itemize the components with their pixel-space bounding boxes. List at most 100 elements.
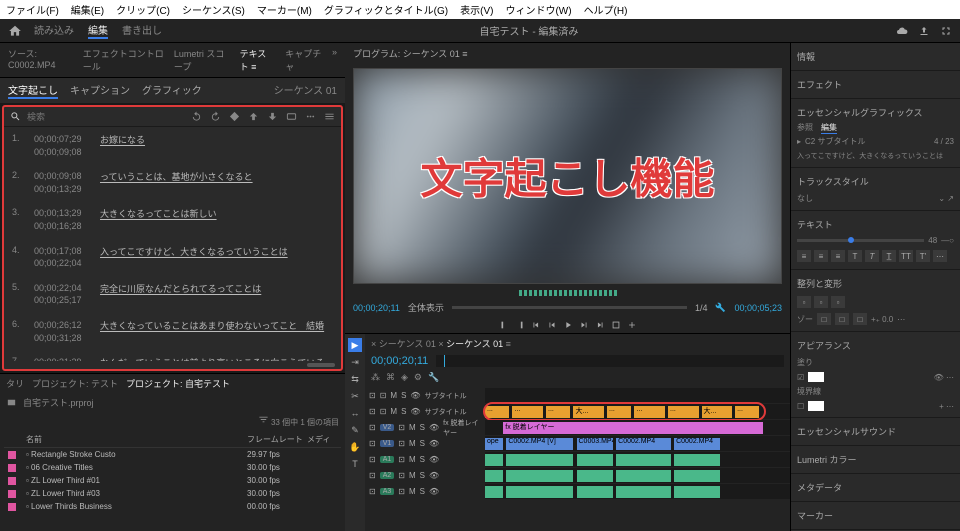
hand-tool[interactable]: ✋ xyxy=(348,440,362,454)
underline-btn[interactable]: T̲ xyxy=(882,250,896,262)
transcript-row[interactable]: 7.00;00;31;2900;00;35;27なんだっていうことは前より高いと… xyxy=(4,350,341,361)
project-row[interactable]: ▫ 06 Creative Titles30.00 fps xyxy=(4,461,341,474)
transcript-row[interactable]: 4.00;00;17;0800;00;22;04入ってこですけど、大きくなるって… xyxy=(4,239,341,276)
tt-btn[interactable]: TT xyxy=(899,250,913,262)
tsume-btn[interactable]: T' xyxy=(916,250,930,262)
transcript-row[interactable]: 6.00;00;26;1200;00;31;28大きくなっていることはあまり使わ… xyxy=(4,313,341,350)
share-icon[interactable] xyxy=(918,25,930,37)
export-frame-icon[interactable] xyxy=(611,320,621,330)
tab-project-2[interactable]: プロジェクト: 自宅テスト xyxy=(126,377,230,390)
align-center-btn[interactable]: ≡ xyxy=(814,250,828,262)
play-icon[interactable] xyxy=(563,320,573,330)
plus-icon[interactable] xyxy=(627,320,637,330)
mark-out-icon[interactable] xyxy=(515,320,525,330)
menu-icon[interactable] xyxy=(324,111,335,122)
tab-library[interactable]: タリ xyxy=(6,377,24,390)
down-icon[interactable] xyxy=(267,111,278,122)
meta-panel[interactable]: メタデータ xyxy=(797,478,954,497)
redo-icon[interactable] xyxy=(210,111,221,122)
type-tool[interactable]: T xyxy=(348,457,362,471)
wrench-icon[interactable] xyxy=(715,302,726,313)
timeline-ruler[interactable] xyxy=(436,355,784,367)
menu-item[interactable]: 編集(E) xyxy=(71,2,104,17)
program-tc-left[interactable]: 00;00;20;11 xyxy=(353,303,400,313)
step-fwd-icon[interactable] xyxy=(579,320,589,330)
effect-panel[interactable]: エフェクト xyxy=(797,75,954,94)
bin-icon[interactable] xyxy=(6,397,17,408)
resolution-select[interactable]: 1/4 xyxy=(695,303,708,313)
timeline-track[interactable]: ⊡A2⊡MS👁 xyxy=(365,468,790,483)
menu-item[interactable]: グラフィックとタイトル(G) xyxy=(324,2,448,17)
menu-item[interactable]: ヘルプ(H) xyxy=(584,2,628,17)
program-scrubber[interactable] xyxy=(452,306,687,309)
italic-btn[interactable]: T xyxy=(865,250,879,262)
undo-icon[interactable] xyxy=(191,111,202,122)
pen-tool[interactable]: ✎ xyxy=(348,423,362,437)
filter-icon[interactable] xyxy=(258,414,269,425)
fill-color[interactable] xyxy=(808,372,824,382)
mark-in-icon[interactable] xyxy=(499,320,509,330)
timeline-track[interactable]: ⊡V2⊡MS👁fx 脱着レイヤーfx 脱着レイヤー xyxy=(365,420,790,435)
workspace-tab[interactable]: 読み込み xyxy=(34,22,74,39)
project-row[interactable]: ▫ ZL Lower Third #0130.00 fps xyxy=(4,474,341,487)
align-2[interactable]: ▫ xyxy=(814,296,828,308)
zone-2[interactable]: □ xyxy=(835,313,849,325)
source-tab[interactable]: エフェクトコントロール xyxy=(83,47,164,73)
stroke-color[interactable] xyxy=(808,401,824,411)
scrollbar-thumb[interactable] xyxy=(307,363,335,367)
step-back-icon[interactable] xyxy=(547,320,557,330)
marker-panel[interactable]: マーカー xyxy=(797,506,954,525)
home-icon[interactable] xyxy=(8,24,22,38)
source-tab[interactable]: キャプチャ xyxy=(285,47,322,73)
ripple-tool[interactable]: ⇆ xyxy=(348,372,362,386)
selection-tool[interactable]: ▶ xyxy=(348,338,362,352)
track-select-tool[interactable]: ⇥ xyxy=(348,355,362,369)
marker-icon[interactable]: ◈ xyxy=(401,372,408,383)
eg-panel[interactable]: エッセンシャルグラフィックス xyxy=(797,103,954,122)
timeline-track[interactable]: ⊡A1⊡MS👁 xyxy=(365,452,790,467)
layer-name[interactable]: C2 サブタイトル xyxy=(805,136,865,147)
cc-icon[interactable] xyxy=(286,111,297,122)
font-size-slider[interactable] xyxy=(797,239,924,242)
transcript-row[interactable]: 5.00;00;22;0400;00;25;17完全に川原なんだとられてるってこ… xyxy=(4,276,341,313)
slip-tool[interactable]: ↔ xyxy=(348,406,362,420)
menu-item[interactable]: シーケンス(S) xyxy=(182,2,245,17)
lumetri-panel[interactable]: Lumetri カラー xyxy=(797,450,954,469)
transcript-row[interactable]: 2.00;00;09;0800;00;13;29っていうことは、基地が小さくなる… xyxy=(4,164,341,201)
fullscreen-icon[interactable] xyxy=(940,25,952,37)
es-panel[interactable]: エッセンシャルサウンド xyxy=(797,422,954,441)
transcript-search-input[interactable] xyxy=(27,112,185,122)
tab-project-1[interactable]: プロジェクト: テスト xyxy=(32,377,118,390)
up-icon[interactable] xyxy=(248,111,259,122)
col-fps[interactable]: フレームレート xyxy=(247,434,307,445)
zone-3[interactable]: □ xyxy=(853,313,867,325)
transcript-row[interactable]: 1.00;00;07;2900;00;09;08お嫁になる xyxy=(4,127,341,164)
diamond-icon[interactable] xyxy=(229,111,240,122)
menu-item[interactable]: クリップ(C) xyxy=(116,2,170,17)
eg-tab-browse[interactable]: 参照 xyxy=(797,122,813,134)
menu-item[interactable]: マーカー(M) xyxy=(257,2,312,17)
timeline-track[interactable]: ⊡A3⊡MS👁 xyxy=(365,484,790,499)
cloud-icon[interactable] xyxy=(896,25,908,37)
seq-tab-2[interactable]: シーケンス 01 xyxy=(446,339,503,349)
wrench-icon-tl[interactable]: 🔧 xyxy=(428,372,439,383)
timeline-tc[interactable]: 00;00;20;11 xyxy=(371,355,428,367)
align-1[interactable]: ▫ xyxy=(797,296,811,308)
align-left-btn[interactable]: ≡ xyxy=(797,250,811,262)
tab-transcript[interactable]: 文字起こし xyxy=(8,82,58,99)
program-tc-right[interactable]: 00;00;05;23 xyxy=(734,303,782,313)
project-row[interactable]: ▫ ZL Lower Third #0330.00 fps xyxy=(4,487,341,500)
tab-caption[interactable]: キャプション xyxy=(70,82,130,99)
menu-item[interactable]: 表示(V) xyxy=(460,2,493,17)
next-icon[interactable] xyxy=(595,320,605,330)
project-row[interactable]: ▫ Lower Thirds Business00.00 fps xyxy=(4,500,341,513)
source-tab[interactable]: Lumetri スコープ xyxy=(174,47,230,73)
link-icon[interactable]: ⌘ xyxy=(386,372,395,383)
more-icon[interactable] xyxy=(305,111,316,122)
col-name[interactable]: 名前 xyxy=(26,434,247,445)
timeline-track[interactable]: ⊡V1⊡MS👁opeC0002.MP4 [V]C0003.MP4C0002.MP… xyxy=(365,436,790,451)
source-tab[interactable]: テキスト ≡ xyxy=(240,47,276,73)
timeline-track[interactable]: ⊡⊡MS👁サブタイトル xyxy=(365,388,790,403)
more-text-btn[interactable]: ⋯ xyxy=(933,250,947,262)
workspace-tab[interactable]: 書き出し xyxy=(122,22,162,39)
